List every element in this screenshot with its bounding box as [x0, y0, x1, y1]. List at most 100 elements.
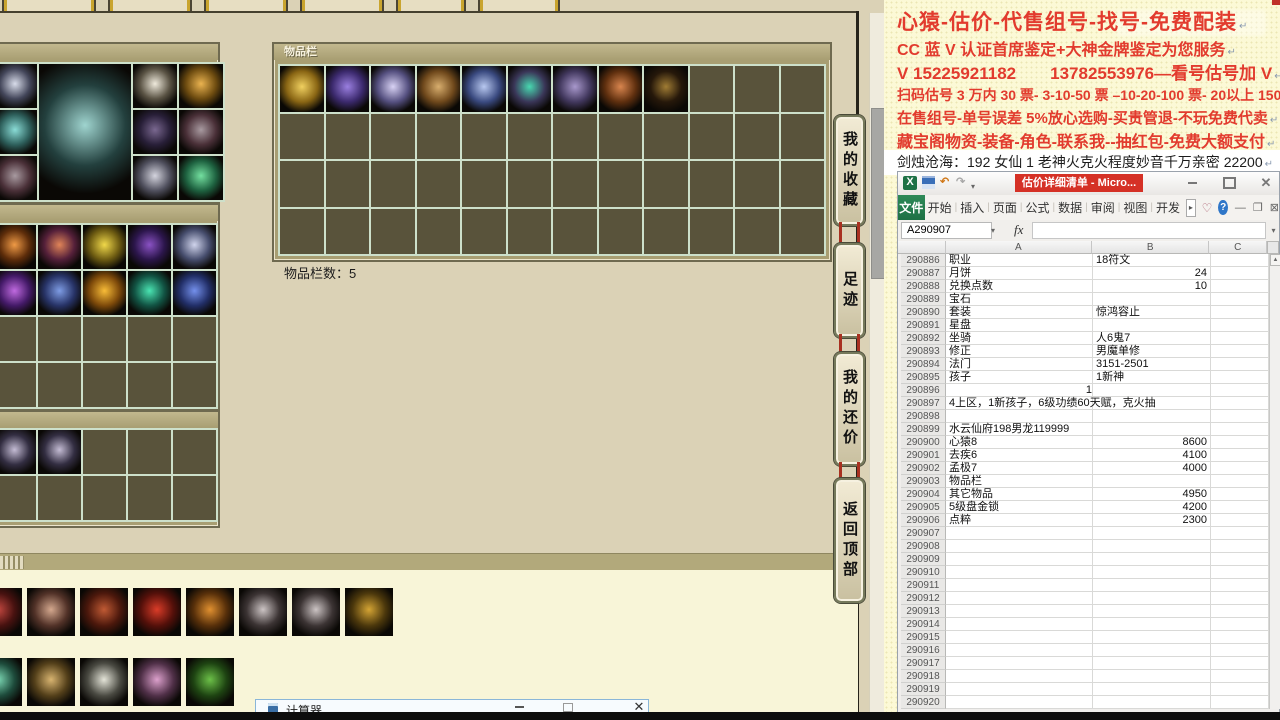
cell-c[interactable] — [1211, 319, 1269, 332]
cell-c[interactable] — [1211, 566, 1269, 579]
cell-a[interactable] — [946, 566, 1093, 579]
cell-b[interactable]: 人6鬼7 — [1093, 332, 1211, 345]
cell-c[interactable] — [1211, 306, 1269, 319]
tab-developer[interactable]: 开发 — [1153, 199, 1183, 216]
empty-slot[interactable] — [83, 430, 126, 474]
item-white-dot-mask[interactable] — [239, 588, 287, 636]
restore-window-icon[interactable]: ❐ — [1253, 201, 1263, 214]
item-pale-banner[interactable] — [371, 66, 415, 112]
row-header[interactable]: 290903 — [901, 475, 946, 488]
name-box-dropdown-icon[interactable]: ▾ — [987, 222, 999, 239]
formula-bar-expand-icon[interactable]: ▾ — [1268, 222, 1279, 239]
cell-a[interactable]: 孟极7 — [946, 462, 1093, 475]
cell-b[interactable] — [1093, 605, 1211, 618]
cell-a[interactable] — [946, 592, 1093, 605]
cell-a[interactable]: 去疾6 — [946, 449, 1093, 462]
cell-b[interactable]: 10 — [1093, 280, 1211, 293]
row-header[interactable]: 290918 — [901, 670, 946, 683]
sidebar-button-my-favorites[interactable]: 我的收藏 — [834, 115, 865, 226]
empty-slot[interactable] — [371, 208, 415, 254]
game-scrollbar-thumb[interactable] — [871, 108, 884, 279]
cell-b[interactable]: 3151-2501 — [1093, 358, 1211, 371]
cell-c[interactable] — [1211, 436, 1269, 449]
cell-b[interactable]: 8600 — [1093, 436, 1211, 449]
cell-c[interactable] — [1211, 501, 1269, 514]
cell-a[interactable]: 点粹 — [946, 514, 1093, 527]
cell-b[interactable] — [1093, 566, 1211, 579]
empty-slot[interactable] — [553, 208, 597, 254]
cell-a[interactable]: 月饼 — [946, 267, 1093, 280]
item-gem-ring[interactable] — [0, 156, 37, 200]
fx-icon[interactable]: fx — [1014, 222, 1023, 238]
cell-b[interactable] — [1093, 683, 1211, 696]
cell-c[interactable] — [1211, 371, 1269, 384]
cell-a[interactable] — [946, 657, 1093, 670]
cell-a[interactable]: 孩子 — [946, 371, 1093, 384]
cell-b[interactable] — [1093, 592, 1211, 605]
row-header[interactable]: 290912 — [901, 592, 946, 605]
tab-file[interactable]: 文件 — [898, 195, 925, 220]
empty-slot[interactable] — [780, 161, 824, 207]
minimize-button[interactable] — [1179, 172, 1205, 194]
collapse-ribbon-icon[interactable]: — — [1235, 202, 1246, 214]
cell-c[interactable] — [1211, 397, 1269, 410]
row-header[interactable]: 290919 — [901, 683, 946, 696]
cell-a[interactable]: 法门 — [946, 358, 1093, 371]
row-header[interactable]: 290917 — [901, 657, 946, 670]
empty-slot[interactable] — [38, 363, 81, 407]
empty-slot[interactable] — [416, 113, 460, 159]
item-white-robe[interactable] — [133, 64, 177, 108]
item-halo-ring[interactable] — [83, 225, 126, 269]
item-teal-orb-wand[interactable] — [507, 66, 551, 112]
row-header[interactable]: 290889 — [901, 293, 946, 306]
cell-a[interactable]: 职业 — [946, 254, 1093, 267]
item-flame-guitar[interactable] — [38, 225, 81, 269]
top-tab[interactable] — [204, 0, 288, 11]
cell-a[interactable]: 心猿8 — [946, 436, 1093, 449]
cell-a[interactable] — [946, 553, 1093, 566]
tab-view[interactable]: 视图 — [1120, 199, 1150, 216]
top-tab[interactable] — [478, 0, 560, 11]
row-header[interactable]: 290910 — [901, 566, 946, 579]
item-orange-staff[interactable] — [0, 225, 36, 269]
cell-b[interactable]: 4200 — [1093, 501, 1211, 514]
cell-c[interactable] — [1211, 410, 1269, 423]
empty-slot[interactable] — [598, 208, 642, 254]
cell-b[interactable]: 18符文 — [1093, 254, 1211, 267]
cell-c[interactable] — [1211, 488, 1269, 501]
cell-b[interactable]: 惊鸿容止 — [1093, 306, 1211, 319]
row-header[interactable]: 290902 — [901, 462, 946, 475]
close-window-icon[interactable]: ⊠ — [1270, 201, 1279, 214]
item-gem-ring[interactable] — [179, 110, 223, 154]
column-header-b[interactable]: B — [1091, 241, 1210, 254]
empty-slot[interactable] — [128, 363, 171, 407]
scrollbar-split-box[interactable] — [1267, 241, 1279, 254]
empty-slot[interactable] — [83, 363, 126, 407]
empty-slot[interactable] — [128, 317, 171, 361]
cell-c[interactable] — [1211, 644, 1269, 657]
item-purple-robe[interactable] — [325, 66, 369, 112]
item-red-jacket[interactable] — [133, 588, 181, 636]
cell-a[interactable] — [946, 696, 1093, 709]
cell-a[interactable]: 坐骑 — [946, 332, 1093, 345]
empty-slot[interactable] — [644, 161, 688, 207]
empty-slot[interactable] — [371, 161, 415, 207]
empty-slot[interactable] — [462, 113, 506, 159]
maximize-button[interactable] — [1216, 172, 1242, 194]
cell-a[interactable]: 物品栏 — [946, 475, 1093, 488]
item-bead-collar[interactable] — [80, 658, 128, 706]
empty-slot[interactable] — [735, 66, 779, 112]
empty-slot[interactable] — [128, 476, 171, 520]
item-red-collar[interactable] — [80, 588, 128, 636]
cell-a[interactable]: 水云仙府198男龙119999 — [946, 423, 1093, 436]
cell-c[interactable] — [1211, 462, 1269, 475]
top-tab[interactable] — [2, 0, 96, 11]
cell-b[interactable]: 1新神 — [1093, 371, 1211, 384]
row-header[interactable]: 290920 — [901, 696, 946, 709]
quick-access-dropdown-icon[interactable]: ▾ — [971, 180, 975, 193]
top-tab[interactable] — [300, 0, 384, 11]
cell-a[interactable]: 其它物品 — [946, 488, 1093, 501]
item-white-dot-mask[interactable] — [292, 588, 340, 636]
row-header[interactable]: 290895 — [901, 371, 946, 384]
empty-slot[interactable] — [644, 113, 688, 159]
